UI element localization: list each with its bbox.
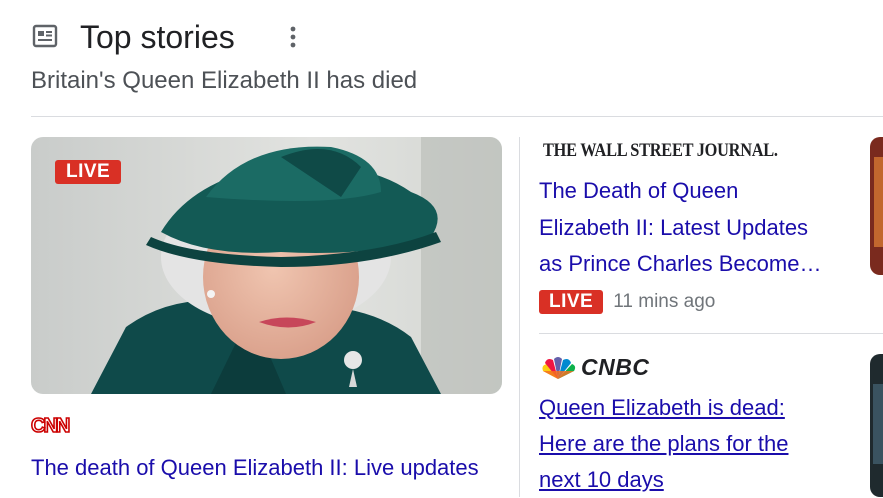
- live-badge: LIVE: [539, 290, 604, 314]
- live-badge: LIVE: [55, 160, 122, 184]
- cnn-logo: CNN: [30, 411, 73, 438]
- peacock-icon: [542, 356, 576, 379]
- wsj-logo: THE WALL STREET JOURNAL.: [543, 140, 778, 161]
- title-line: as Prince Charles Become…: [539, 251, 822, 276]
- header-divider: [31, 116, 883, 117]
- lead-story-title[interactable]: The death of Queen Elizabeth II: Live up…: [31, 450, 501, 486]
- story-thumbnail[interactable]: [870, 354, 883, 497]
- newspaper-icon: [31, 22, 59, 50]
- story-meta: LIVE 11 mins ago: [539, 290, 715, 314]
- side-story-title[interactable]: The Death of Queen Elizabeth II: Latest …: [539, 173, 857, 283]
- column-divider: [519, 137, 520, 497]
- cnbc-wordmark: CNBC: [581, 354, 650, 380]
- timestamp: 11 mins ago: [613, 291, 716, 312]
- cnbc-logo: CNBC: [539, 354, 649, 381]
- section-title: Top stories: [80, 19, 235, 55]
- svg-text:CNN: CNN: [31, 415, 70, 437]
- title-line: Here are the plans for the: [539, 431, 789, 456]
- more-vert-icon[interactable]: [280, 20, 306, 54]
- title-line: next 10 days: [539, 467, 664, 492]
- story-thumbnail[interactable]: [870, 137, 883, 275]
- title-line: The Death of Queen: [539, 178, 739, 203]
- title-line: Elizabeth II: Latest Updates: [539, 214, 809, 240]
- story-divider: [539, 333, 883, 334]
- section-subtitle: Britain's Queen Elizabeth II has died: [31, 67, 418, 94]
- title-line: Queen Elizabeth is dead:: [539, 395, 785, 420]
- side-story-title[interactable]: Queen Elizabeth is dead: Here are the pl…: [539, 390, 857, 498]
